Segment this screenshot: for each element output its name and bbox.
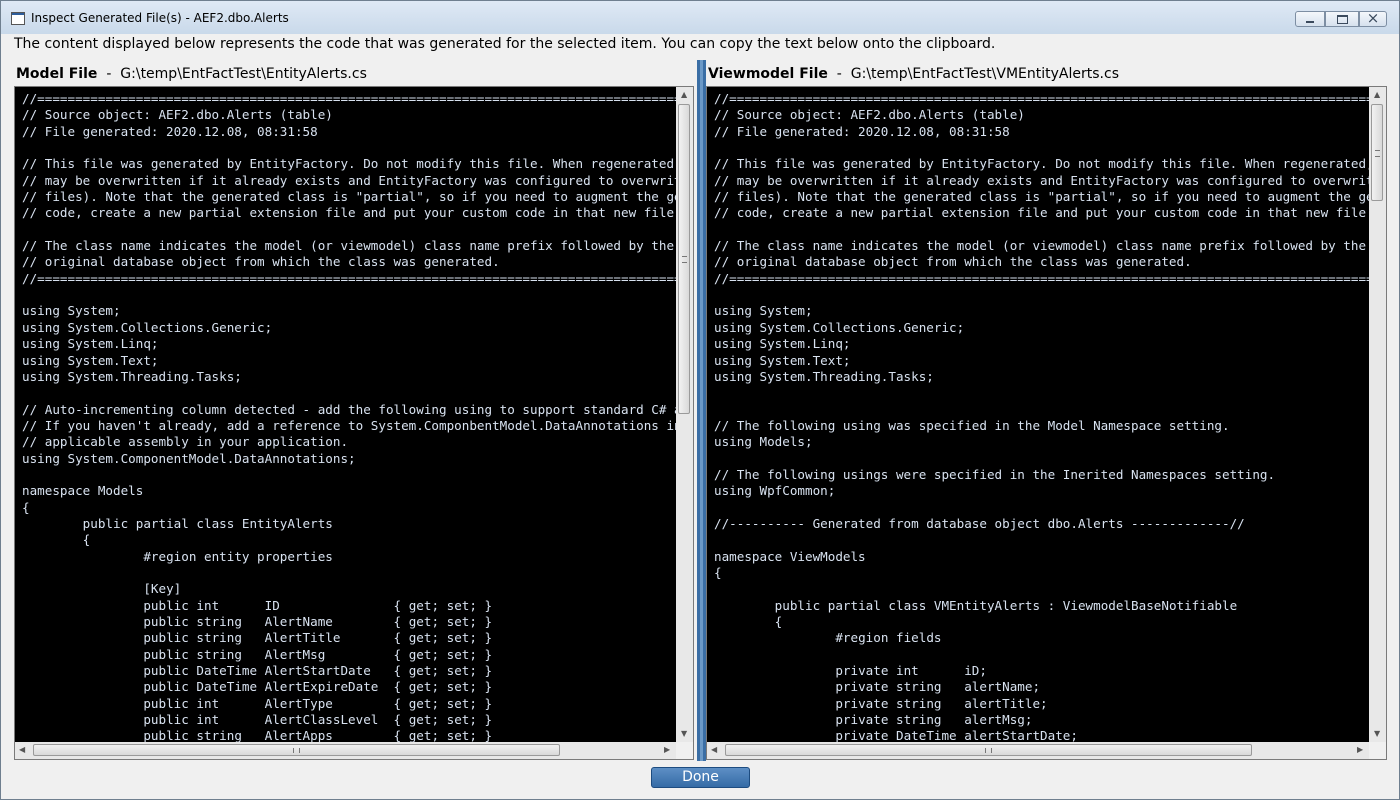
viewmodel-code-area[interactable]: //======================================…: [707, 87, 1369, 742]
viewmodel-file-header: Viewmodel File - G:\temp\EntFactTest\VME…: [708, 66, 1119, 82]
scroll-right-icon[interactable]: ▶: [664, 746, 670, 754]
scroll-right-icon[interactable]: ▶: [1357, 746, 1363, 754]
scroll-left-icon[interactable]: ◀: [19, 746, 25, 754]
minimize-button[interactable]: [1295, 11, 1325, 27]
model-vertical-scroll-thumb[interactable]: [678, 104, 690, 414]
title-bar[interactable]: Inspect Generated File(s) - AEF2.dbo.Ale…: [1, 1, 1399, 34]
viewmodel-file-path: G:\temp\EntFactTest\VMEntityAlerts.cs: [850, 66, 1119, 82]
scroll-corner: [676, 742, 693, 759]
grip-icon: [1375, 150, 1380, 157]
viewmodel-code-text[interactable]: //======================================…: [707, 87, 1369, 742]
viewmodel-code-editor[interactable]: //======================================…: [706, 86, 1387, 760]
viewmodel-file-separator: -: [836, 66, 842, 82]
viewmodel-file-label: Viewmodel File: [708, 66, 828, 82]
model-file-path: G:\temp\EntFactTest\EntityAlerts.cs: [120, 66, 367, 82]
pane-splitter[interactable]: [697, 60, 706, 761]
scroll-corner: [1369, 742, 1386, 759]
grip-icon: [293, 748, 300, 753]
grip-icon: [985, 748, 992, 753]
description-text: The content displayed below represents t…: [14, 36, 996, 52]
viewmodel-horizontal-scrollbar[interactable]: ◀ ▶: [707, 742, 1369, 759]
viewmodel-vertical-scroll-thumb[interactable]: [1371, 104, 1383, 201]
model-file-label: Model File: [16, 66, 98, 82]
model-horizontal-scrollbar[interactable]: ◀ ▶: [15, 742, 676, 759]
window-title: Inspect Generated File(s) - AEF2.dbo.Ale…: [31, 11, 289, 25]
scroll-left-icon[interactable]: ◀: [711, 746, 717, 754]
inspect-window: Inspect Generated File(s) - AEF2.dbo.Ale…: [0, 0, 1400, 800]
scroll-up-icon[interactable]: ▲: [681, 91, 687, 99]
window-app-icon: [11, 12, 25, 25]
model-code-text[interactable]: //======================================…: [15, 87, 676, 742]
viewmodel-vertical-scrollbar[interactable]: ▲ ▼: [1369, 87, 1386, 742]
close-button[interactable]: [1359, 9, 1387, 27]
scroll-down-icon[interactable]: ▼: [1374, 730, 1380, 738]
grip-icon: [682, 256, 687, 263]
done-button[interactable]: Done: [651, 767, 750, 788]
scroll-up-icon[interactable]: ▲: [1374, 91, 1380, 99]
model-code-editor[interactable]: //======================================…: [14, 86, 694, 760]
model-file-header: Model File - G:\temp\EntFactTest\EntityA…: [16, 66, 367, 82]
maximize-button[interactable]: [1325, 11, 1359, 27]
scroll-down-icon[interactable]: ▼: [681, 730, 687, 738]
model-code-area[interactable]: //======================================…: [15, 87, 676, 742]
model-vertical-scrollbar[interactable]: ▲ ▼: [676, 87, 693, 742]
model-file-separator: -: [106, 66, 112, 82]
viewmodel-horizontal-scroll-thumb[interactable]: [725, 744, 1252, 756]
model-horizontal-scroll-thumb[interactable]: [33, 744, 560, 756]
